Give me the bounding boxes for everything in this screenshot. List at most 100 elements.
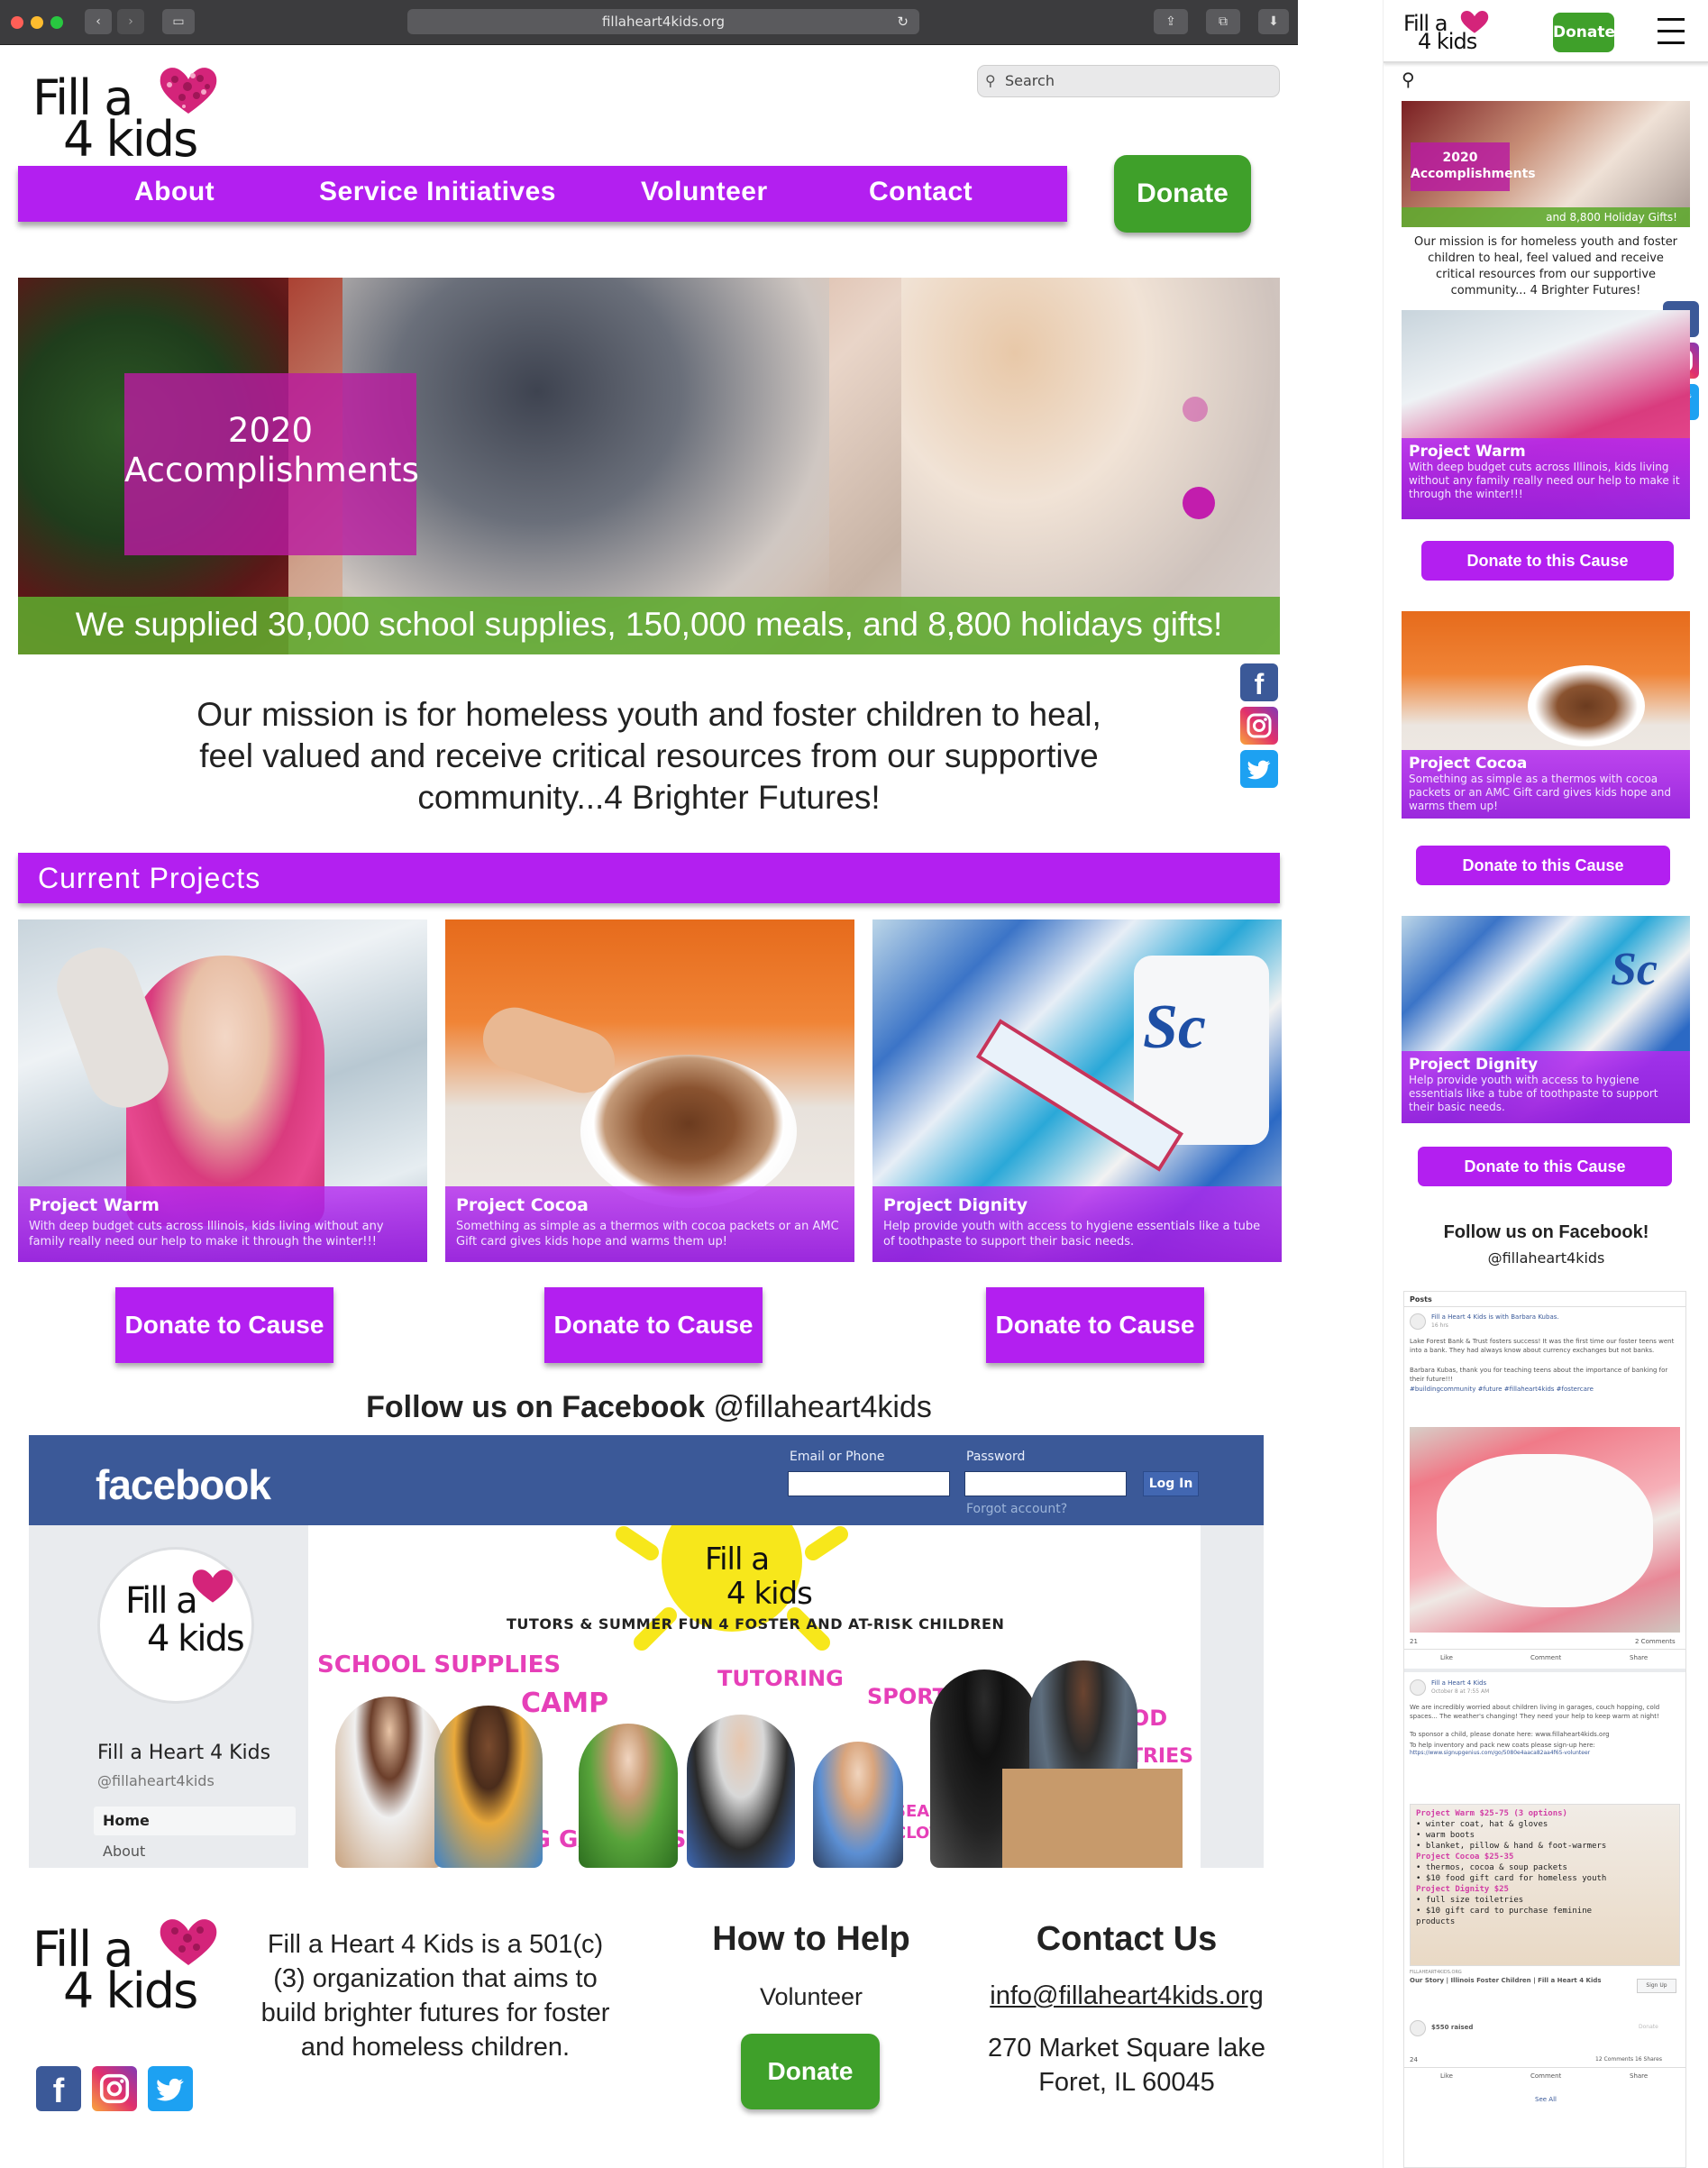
facebook-icon[interactable]: f [1240,663,1278,701]
site-logo[interactable]: Fill a 4 kids [32,68,217,164]
facebook-page-embed[interactable]: facebook Email or Phone Password Log In … [29,1435,1264,1868]
post-image[interactable] [1410,1427,1680,1633]
mobile-hero-card: 2020 Accomplishments [1411,142,1536,191]
post-avatar [1410,1679,1426,1696]
donate-button[interactable]: Donate [1114,155,1251,233]
project-title: Project Cocoa [456,1195,589,1215]
url-text: fillaheart4kids.org [601,14,726,30]
contact-address-line1: 270 Market Square lake [988,2034,1265,2063]
hero-slider[interactable]: 2020 Accomplishments We supplied 30,000 … [18,278,1280,654]
facebook-header: facebook Email or Phone Password Log In … [29,1435,1264,1525]
footer-logo[interactable]: Fill a 4 kids [32,1919,217,2016]
mobile-donate-cause-dignity[interactable]: Donate to this Cause [1418,1147,1672,1186]
hamburger-icon[interactable] [1658,16,1685,44]
donate-to-cause-button-cocoa[interactable]: Donate to Cause [544,1287,763,1363]
project-title: Project Dignity [883,1195,1028,1215]
forgot-account-link[interactable]: Forgot account? [966,1502,1067,1516]
contact-us-heading: Contact Us [1036,1920,1218,1958]
flyer-line: Project Cocoa $25-35 [1416,1852,1514,1862]
flyer-line: • $10 food gift card for homeless youth [1416,1874,1607,1883]
share-icon[interactable]: ⇪ [1154,9,1188,34]
footer-volunteer-link[interactable]: Volunteer [694,1983,928,2011]
project-card-cocoa[interactable]: Project Cocoa Something as simple as a t… [445,919,854,1262]
flyer-line: • full size toiletries [1416,1896,1524,1905]
cover-headline: TUTORS & SUMMER FUN 4 FOSTER AND AT-RISK… [507,1615,1005,1633]
nav-contact[interactable]: Contact [869,177,973,207]
heart-logo-icon [160,68,217,114]
forward-button[interactable]: › [117,9,144,34]
project-card-warm[interactable]: Project Warm With deep budget cuts acros… [18,919,427,1262]
donate-to-cause-button-dignity[interactable]: Donate to Cause [986,1287,1204,1363]
minimize-window-button[interactable] [31,16,43,29]
facebook-password-input[interactable] [964,1471,1127,1496]
footer-facebook-icon[interactable]: f [36,2066,81,2111]
hero-caption: We supplied 30,000 school supplies, 150,… [18,597,1280,654]
mobile-logo[interactable]: Fill a 4 kids [1403,10,1489,58]
browser-toolbar: ‹ › ▭ fillaheart4kids.org ↻ ⇪ ⧉ ⬇ [0,0,1298,45]
flyer-line: products [1416,1917,1456,1926]
main-nav: About Service Initiatives Volunteer Cont… [18,166,1067,222]
facebook-avatar[interactable]: Fill a 4 kids [97,1547,254,1704]
flyer-line: • winter coat, hat & gloves [1416,1820,1548,1829]
mobile-view: Fill a 4 kids Donate ⚲ 2020 Accomplishme… [1383,0,1708,2168]
mission-statement: Our mission is for homeless youth and fo… [196,696,1101,816]
footer-twitter-icon[interactable] [148,2066,193,2111]
follow-facebook-heading: Follow us on Facebook @fillaheart4kids [366,1390,932,1424]
mobile-donate-cause-cocoa[interactable]: Donate to this Cause [1416,846,1670,885]
project-title: Project Warm [29,1195,160,1215]
mobile-project-card-warm[interactable]: Project Warm With deep budget cuts acros… [1402,310,1690,519]
flyer-line: • thermos, cocoa & soup packets [1416,1863,1567,1872]
sidebar-icon[interactable]: ▭ [162,9,195,34]
mobile-donate-button[interactable]: Donate [1553,13,1615,52]
close-window-button[interactable] [11,16,23,29]
mobile-hero[interactable]: 2020 Accomplishments and 8,800 Holiday G… [1402,101,1690,227]
mobile-follow-handle: @fillaheart4kids [1487,1249,1605,1267]
search-input[interactable]: ⚲ Search [977,65,1280,97]
footer-about-text: Fill a Heart 4 Kids is a 501(c)(3) organ… [260,1930,610,2062]
nav-about[interactable]: About [134,177,215,207]
mobile-facebook-feed[interactable]: Posts Fill a Heart 4 Kids is with Barbar… [1403,1291,1686,2168]
mobile-donate-cause-warm[interactable]: Donate to this Cause [1421,541,1674,581]
footer-donate-button[interactable]: Donate [741,2034,880,2109]
heart-logo-icon [1460,10,1489,33]
heart-logo-icon [192,1569,233,1603]
mobile-mission: Our mission is for homeless youth and fo… [1413,235,1678,297]
facebook-login-button[interactable]: Log In [1143,1471,1199,1496]
flyer-image[interactable]: Project Warm $25-75 (3 options) • winter … [1410,1804,1680,1966]
slider-dot-active[interactable] [1183,487,1215,519]
flyer-line: • $10 gift card to purchase feminine [1416,1907,1593,1916]
desktop-browser-window: ‹ › ▭ fillaheart4kids.org ↻ ⇪ ⧉ ⬇ Fill a… [0,0,1298,2168]
heart-logo-icon [160,1919,217,1965]
how-to-help-heading: How to Help [712,1920,910,1958]
facebook-page-name: Fill a Heart 4 Kids [97,1742,271,1764]
current-projects-header: Current Projects [18,853,1280,903]
zoom-window-button[interactable] [50,16,63,29]
download-icon[interactable]: ⬇ [1258,9,1289,34]
tabs-icon[interactable]: ⧉ [1206,9,1240,34]
flyer-line: • blanket, pillow & hand & foot-warmers [1416,1842,1607,1851]
facebook-menu-about[interactable]: About [103,1843,145,1860]
mobile-project-card-cocoa[interactable]: Project Cocoa Something as simple as a t… [1402,611,1690,819]
donate-to-cause-button-warm[interactable]: Donate to Cause [115,1287,333,1363]
facebook-menu-home[interactable]: Home [94,1807,296,1835]
facebook-page-handle: @fillaheart4kids [97,1772,215,1789]
back-button[interactable]: ‹ [85,9,112,34]
reload-icon[interactable]: ↻ [897,9,909,34]
search-icon: ⚲ [985,72,996,89]
mobile-search-icon[interactable]: ⚲ [1402,69,1415,90]
twitter-icon[interactable] [1240,750,1278,788]
facebook-email-input[interactable] [788,1471,950,1496]
nav-volunteer[interactable]: Volunteer [641,177,768,207]
slider-dot-inactive[interactable] [1183,397,1208,422]
instagram-icon[interactable] [1240,707,1278,745]
mobile-project-card-dignity[interactable]: Sc Project Dignity Help provide youth wi… [1402,916,1690,1123]
nav-service-initiatives[interactable]: Service Initiatives [319,177,556,207]
flyer-line: • warm boots [1416,1831,1475,1840]
footer-instagram-icon[interactable] [92,2066,137,2111]
address-bar[interactable]: fillaheart4kids.org ↻ [407,9,919,34]
facebook-cover-image: Fill a 4 kids TUTORS & SUMMER FUN 4 FOST… [308,1525,1201,1868]
project-card-dignity[interactable]: Sc Project Dignity Help provide youth wi… [872,919,1282,1262]
mobile-follow-heading: Follow us on Facebook! [1443,1222,1649,1242]
contact-email-link[interactable]: info@fillaheart4kids.org [973,1981,1280,2011]
project-desc: Something as simple as a thermos with co… [456,1220,839,1249]
